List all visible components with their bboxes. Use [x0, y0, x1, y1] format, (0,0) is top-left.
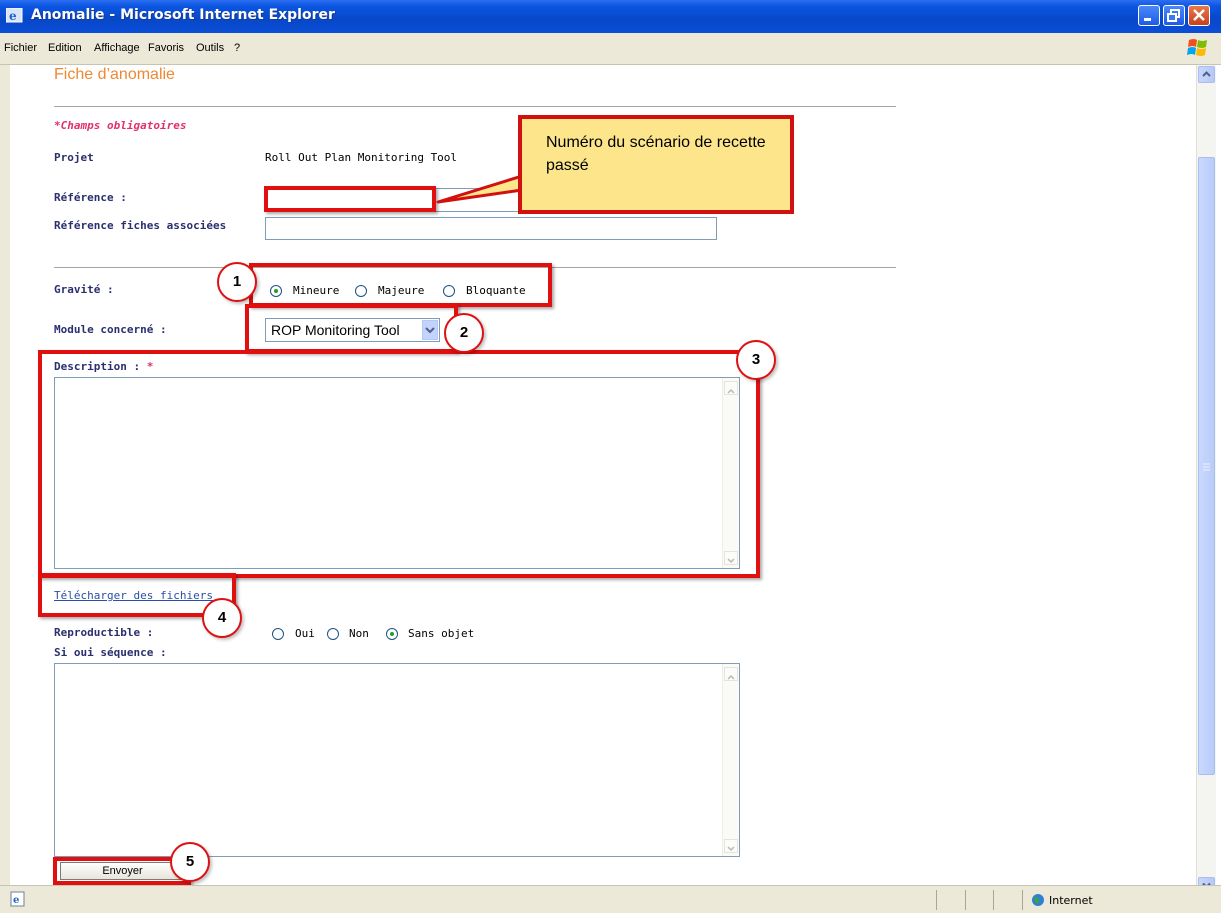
- security-zone-label: Internet: [1049, 894, 1093, 907]
- menu-fichier[interactable]: Fichier: [4, 42, 37, 54]
- marker-5-label: 5: [185, 853, 195, 870]
- divider: [54, 106, 896, 107]
- required-fields-note: *Champs obligatoires: [54, 119, 187, 132]
- reproductible-oui-label: Oui: [295, 627, 315, 640]
- globe-icon: [1032, 894, 1044, 906]
- scroll-up-icon[interactable]: [1198, 66, 1215, 83]
- status-bar: e Internet: [0, 885, 1221, 913]
- page-icon: e: [10, 891, 25, 907]
- marker-4-label: 4: [217, 609, 227, 626]
- internet-explorer-icon: e: [6, 8, 23, 23]
- annotation-box-gravite: [249, 263, 552, 307]
- status-separator: [993, 890, 994, 910]
- menu-help[interactable]: ?: [234, 42, 240, 54]
- reproductible-non-label: Non: [349, 627, 369, 640]
- menu-affichage[interactable]: Affichage: [94, 42, 140, 54]
- windows-logo-icon: [1187, 39, 1207, 56]
- page-title: Fiche d’anomalie: [54, 66, 175, 83]
- window-title-bar: e Anomalie - Microsoft Internet Explorer: [0, 0, 1221, 33]
- status-separator: [965, 890, 966, 910]
- marker-1: 1: [217, 262, 257, 302]
- marker-2-label: 2: [459, 324, 469, 341]
- svg-text:e: e: [13, 895, 19, 906]
- reproductible-label: Reproductible :: [54, 626, 154, 639]
- callout-box: Numéro du scénario de recette passé: [518, 115, 794, 214]
- sequence-scrollbar[interactable]: [722, 664, 739, 856]
- sequence-label: Si oui séquence :: [54, 646, 167, 659]
- scroll-up-icon[interactable]: [724, 667, 738, 681]
- window-left-border: [0, 65, 10, 897]
- status-separator: [936, 890, 937, 910]
- marker-1-label: 1: [232, 273, 242, 290]
- annotation-box-description: [38, 350, 760, 578]
- menu-favoris[interactable]: Favoris: [148, 42, 184, 54]
- marker-4: 4: [202, 598, 242, 638]
- reproductible-non-radio[interactable]: [327, 628, 339, 640]
- annotation-box-reference: [264, 186, 436, 212]
- reference-label: Référence :: [54, 191, 127, 204]
- module-label: Module concerné :: [54, 323, 167, 336]
- callout-pointer: [436, 174, 524, 204]
- callout-text: Numéro du scénario de recette passé: [546, 134, 766, 174]
- svg-text:e: e: [9, 9, 17, 23]
- maximize-button[interactable]: [1163, 5, 1185, 26]
- projet-value: Roll Out Plan Monitoring Tool: [265, 151, 458, 164]
- projet-label: Projet: [54, 151, 94, 164]
- minimize-button[interactable]: [1138, 5, 1160, 26]
- menu-bar: Fichier Edition Affichage Favoris Outils…: [0, 33, 1221, 65]
- annotation-box-module: [245, 304, 458, 353]
- menu-edition[interactable]: Edition: [48, 42, 82, 54]
- reference-associees-label: Référence fiches associées: [54, 219, 227, 232]
- gravite-label: Gravité :: [54, 283, 114, 296]
- page-scrollbar[interactable]: [1196, 65, 1216, 897]
- status-separator: [1022, 890, 1023, 910]
- menu-outils[interactable]: Outils: [196, 42, 224, 54]
- marker-5: 5: [170, 842, 210, 882]
- reproductible-sans-objet-label: Sans objet: [408, 627, 475, 640]
- reproductible-oui-radio[interactable]: [272, 628, 284, 640]
- marker-3: 3: [736, 340, 776, 380]
- window-title: Anomalie - Microsoft Internet Explorer: [31, 7, 335, 23]
- reference-associees-input[interactable]: [265, 217, 717, 240]
- marker-3-label: 3: [751, 351, 761, 368]
- reproductible-sans-objet-radio[interactable]: [386, 628, 398, 640]
- close-button[interactable]: [1188, 5, 1210, 26]
- scroll-down-icon[interactable]: [724, 839, 738, 853]
- sequence-textarea[interactable]: [54, 663, 740, 857]
- marker-2: 2: [444, 313, 484, 353]
- scrollbar-thumb[interactable]: [1198, 157, 1215, 775]
